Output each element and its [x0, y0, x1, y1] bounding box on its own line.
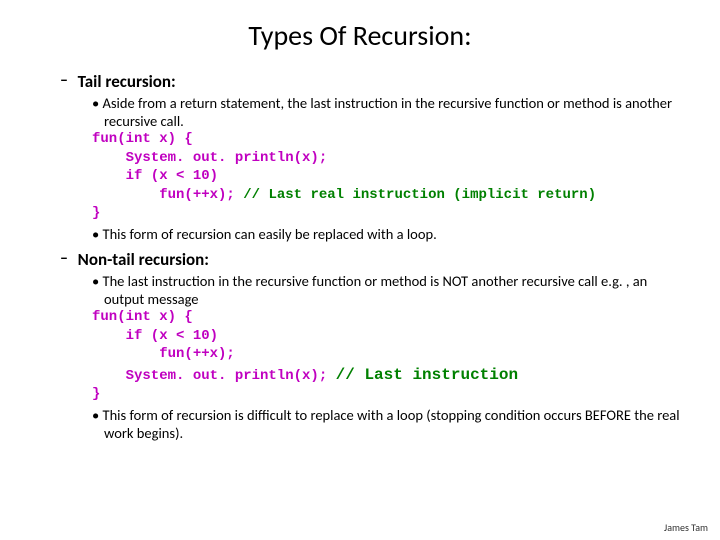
bullet-group: Aside from a return statement, the last … [92, 94, 680, 130]
dash-icon: – [60, 249, 74, 268]
code-line: fun(++x); [92, 346, 680, 364]
code-line: if (x < 10) [92, 328, 680, 346]
section-tail: – Tail recursion: [60, 71, 680, 92]
bullet-group: This form of recursion is difficult to r… [92, 406, 680, 442]
slide: Types Of Recursion: – Tail recursion: As… [0, 0, 720, 540]
code-text: fun(++x); [92, 187, 243, 203]
code-line: } [92, 205, 680, 223]
code-line: fun(int x) { [92, 309, 680, 327]
bullet-text: This form of recursion can easily be rep… [92, 225, 680, 243]
code-text: System. out. println(x); [92, 368, 336, 384]
code-comment: // Last real instruction (implicit retur… [243, 187, 596, 203]
bullet-group: This form of recursion can easily be rep… [92, 225, 680, 243]
code-comment: // Last instruction [336, 366, 518, 384]
code-line: fun(++x); // Last real instruction (impl… [92, 187, 680, 205]
bullet-text: Aside from a return statement, the last … [92, 94, 680, 130]
code-line: System. out. println(x); // Last instruc… [92, 365, 680, 386]
code-line: if (x < 10) [92, 168, 680, 186]
section-heading: Non-tail recursion: [78, 249, 209, 270]
code-line: System. out. println(x); [92, 150, 680, 168]
section-nontail: – Non-tail recursion: [60, 249, 680, 270]
code-line: } [92, 386, 680, 404]
dash-icon: – [60, 71, 74, 90]
section-heading: Tail recursion: [78, 71, 176, 92]
bullet-group: The last instruction in the recursive fu… [92, 272, 680, 308]
bullet-text: This form of recursion is difficult to r… [92, 406, 680, 442]
code-line: fun(int x) { [92, 131, 680, 149]
slide-title: Types Of Recursion: [40, 18, 680, 53]
bullet-text: The last instruction in the recursive fu… [92, 272, 680, 308]
author-footer: James Tam [664, 521, 708, 534]
